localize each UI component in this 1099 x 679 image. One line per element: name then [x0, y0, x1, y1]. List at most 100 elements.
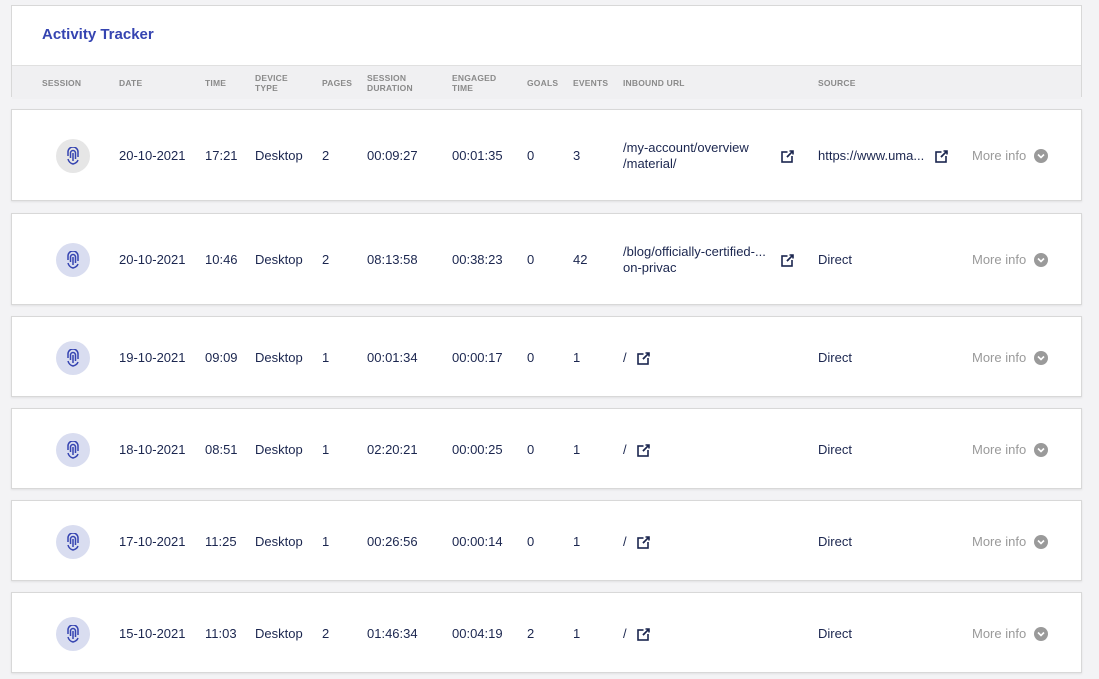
date-cell: 15-10-2021 [119, 626, 186, 641]
fingerprint-icon [56, 243, 90, 277]
device-type-cell: Desktop [255, 252, 303, 267]
source-cell: Direct [818, 252, 852, 267]
date-cell: 19-10-2021 [119, 350, 186, 365]
session-row[interactable]: 20-10-2021 17:21 Desktop 2 00:09:27 00:01:35 0… [11, 109, 1082, 201]
events-cell: 1 [573, 350, 581, 365]
device-type-cell: Desktop [255, 350, 303, 365]
goals-cell: 0 [527, 534, 535, 549]
inbound-url-line: /material/ [623, 156, 677, 171]
session-duration-cell: 00:09:27 [367, 148, 418, 163]
goals-cell: 0 [527, 350, 535, 365]
date-cell: 18-10-2021 [119, 442, 186, 457]
column-header-events: EVENTS [573, 78, 609, 88]
source-cell: Direct [818, 350, 852, 365]
events-cell: 3 [573, 148, 581, 163]
inbound-url-link[interactable]: /blog/officially-certified-... on-privac [623, 244, 766, 276]
external-link-icon[interactable] [637, 444, 650, 457]
session-row[interactable]: 19-10-2021 09:09 Desktop 1 00:01:34 00:00:17 0… [11, 316, 1082, 397]
events-cell: 1 [573, 442, 581, 457]
engaged-time-cell: 00:00:25 [452, 442, 503, 457]
chevron-down-icon [1034, 350, 1049, 365]
pages-cell: 2 [322, 148, 330, 163]
column-header-session: SESSION [42, 78, 82, 88]
session-duration-cell: 00:26:56 [367, 534, 418, 549]
external-link-icon[interactable] [935, 150, 948, 163]
fingerprint-icon [56, 341, 90, 375]
goals-cell: 0 [527, 252, 535, 267]
goals-cell: 0 [527, 148, 535, 163]
column-header-session-duration: SESSION DURATION [367, 73, 413, 93]
column-header-inbound-url: INBOUND URL [623, 78, 685, 88]
session-row[interactable]: 15-10-2021 11:03 Desktop 2 01:46:34 00:04:19 2… [11, 592, 1082, 673]
chevron-down-icon [1034, 442, 1049, 457]
more-info-button[interactable]: More info [972, 350, 1049, 365]
inbound-url-line: /blog/officially-certified-... [623, 244, 766, 259]
events-cell: 42 [573, 252, 588, 267]
activity-tracker-header: Activity Tracker SESSION DATE TIME DEVICE TY… [11, 5, 1082, 99]
more-info-label: More info [972, 350, 1027, 365]
chevron-down-icon [1034, 626, 1049, 641]
fingerprint-icon [56, 433, 90, 467]
pages-cell: 1 [322, 442, 330, 457]
column-header-time: TIME [205, 78, 227, 88]
more-info-button[interactable]: More info [972, 626, 1049, 641]
pages-cell: 2 [322, 626, 330, 641]
inbound-url-line: / [623, 350, 627, 365]
column-header-date: DATE [119, 78, 143, 88]
inbound-url-link[interactable]: / [623, 626, 627, 642]
more-info-button[interactable]: More info [972, 534, 1049, 549]
pages-cell: 1 [322, 534, 330, 549]
inbound-url-line: / [623, 442, 627, 457]
inbound-url-line: /my-account/overview [623, 140, 749, 155]
fingerprint-icon [56, 139, 90, 173]
time-cell: 10:46 [205, 252, 238, 267]
page-title: Activity Tracker [42, 26, 154, 43]
external-link-icon[interactable] [781, 254, 794, 267]
external-link-icon[interactable] [637, 352, 650, 365]
date-cell: 17-10-2021 [119, 534, 186, 549]
fingerprint-icon [56, 617, 90, 651]
column-header-source: SOURCE [818, 78, 856, 88]
engaged-time-cell: 00:00:17 [452, 350, 503, 365]
session-row[interactable]: 18-10-2021 08:51 Desktop 1 02:20:21 00:00:25 0… [11, 408, 1082, 489]
column-header-engaged-time: ENGAGED TIME [452, 73, 497, 93]
more-info-label: More info [972, 442, 1027, 457]
more-info-button[interactable]: More info [972, 148, 1049, 163]
more-info-button[interactable]: More info [972, 442, 1049, 457]
time-cell: 09:09 [205, 350, 238, 365]
session-duration-cell: 00:01:34 [367, 350, 418, 365]
session-duration-cell: 01:46:34 [367, 626, 418, 641]
inbound-url-line: on-privac [623, 260, 677, 275]
inbound-url-link[interactable]: / [623, 350, 627, 366]
column-header-pages: PAGES [322, 78, 353, 88]
pages-cell: 1 [322, 350, 330, 365]
engaged-time-cell: 00:01:35 [452, 148, 503, 163]
session-row[interactable]: 17-10-2021 11:25 Desktop 1 00:26:56 00:00:14 0… [11, 500, 1082, 581]
time-cell: 11:25 [205, 534, 237, 549]
inbound-url-link[interactable]: / [623, 534, 627, 550]
chevron-down-icon [1034, 252, 1049, 267]
external-link-icon[interactable] [637, 536, 650, 549]
time-cell: 08:51 [205, 442, 238, 457]
device-type-cell: Desktop [255, 626, 303, 641]
more-info-label: More info [972, 148, 1027, 163]
inbound-url-link[interactable]: / [623, 442, 627, 458]
time-cell: 17:21 [205, 148, 238, 163]
session-duration-cell: 02:20:21 [367, 442, 418, 457]
external-link-icon[interactable] [637, 628, 650, 641]
inbound-url-line: / [623, 626, 627, 641]
engaged-time-cell: 00:00:14 [452, 534, 503, 549]
more-info-label: More info [972, 252, 1027, 267]
device-type-cell: Desktop [255, 534, 303, 549]
more-info-button[interactable]: More info [972, 252, 1049, 267]
chevron-down-icon [1034, 534, 1049, 549]
more-info-label: More info [972, 534, 1027, 549]
pages-cell: 2 [322, 252, 330, 267]
source-cell: Direct [818, 626, 852, 641]
fingerprint-icon [56, 525, 90, 559]
session-row[interactable]: 20-10-2021 10:46 Desktop 2 08:13:58 00:38:23 0… [11, 213, 1082, 305]
external-link-icon[interactable] [781, 150, 794, 163]
goals-cell: 2 [527, 626, 535, 641]
engaged-time-cell: 00:04:19 [452, 626, 503, 641]
inbound-url-link[interactable]: /my-account/overview/material/ [623, 140, 749, 172]
